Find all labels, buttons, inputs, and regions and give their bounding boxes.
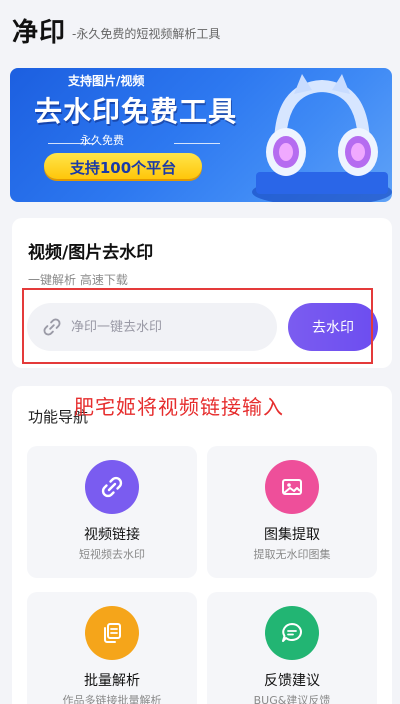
highlight-box [22,288,373,364]
app-title: 净印 [12,18,67,48]
feature-name: 视频链接 [84,527,140,543]
banner-main-text: 去水印免费工具 [34,95,238,128]
feature-desc: BUG&建议反馈 [253,694,331,704]
banner-badge-label: 支持100个平台 [69,159,177,177]
app-subtitle: -永久免费的短视频解析工具 [72,27,221,41]
feature-batch-parse[interactable]: 批量解析 作品多链接批量解析 [27,592,197,704]
headphones-illustration [252,74,392,202]
link-icon [85,460,139,514]
chat-icon [265,606,319,660]
remove-card-title: 视频/图片去水印 [28,243,154,263]
feature-name: 反馈建议 [264,673,320,689]
feature-desc: 作品多链接批量解析 [62,694,162,704]
feature-image-extract[interactable]: 图集提取 提取无水印图集 [207,446,377,578]
copy-icon [85,606,139,660]
banner-free-text: 永久免费 [80,134,124,147]
banner-platform-badge: 支持100个平台 [44,153,202,179]
app-header: 净印 -永久免费的短视频解析工具 [0,0,400,60]
promo-banner[interactable]: 支持图片/视频 去水印免费工具 永久免费 支持100个平台 [10,68,392,202]
feature-desc: 短视频去水印 [79,548,145,561]
feature-name: 批量解析 [84,673,140,689]
feature-feedback[interactable]: 反馈建议 BUG&建议反馈 [207,592,377,704]
banner-free-divider [34,135,234,151]
feature-video-link[interactable]: 视频链接 短视频去水印 [27,446,197,578]
feature-name: 图集提取 [264,527,320,543]
image-icon [265,460,319,514]
feature-desc: 提取无水印图集 [253,548,331,561]
remove-card-subtitle: 一键解析 高速下载 [28,273,128,287]
banner-top-text: 支持图片/视频 [68,74,145,88]
annotation-text: 肥宅姬将视频链接输入 [74,395,284,419]
